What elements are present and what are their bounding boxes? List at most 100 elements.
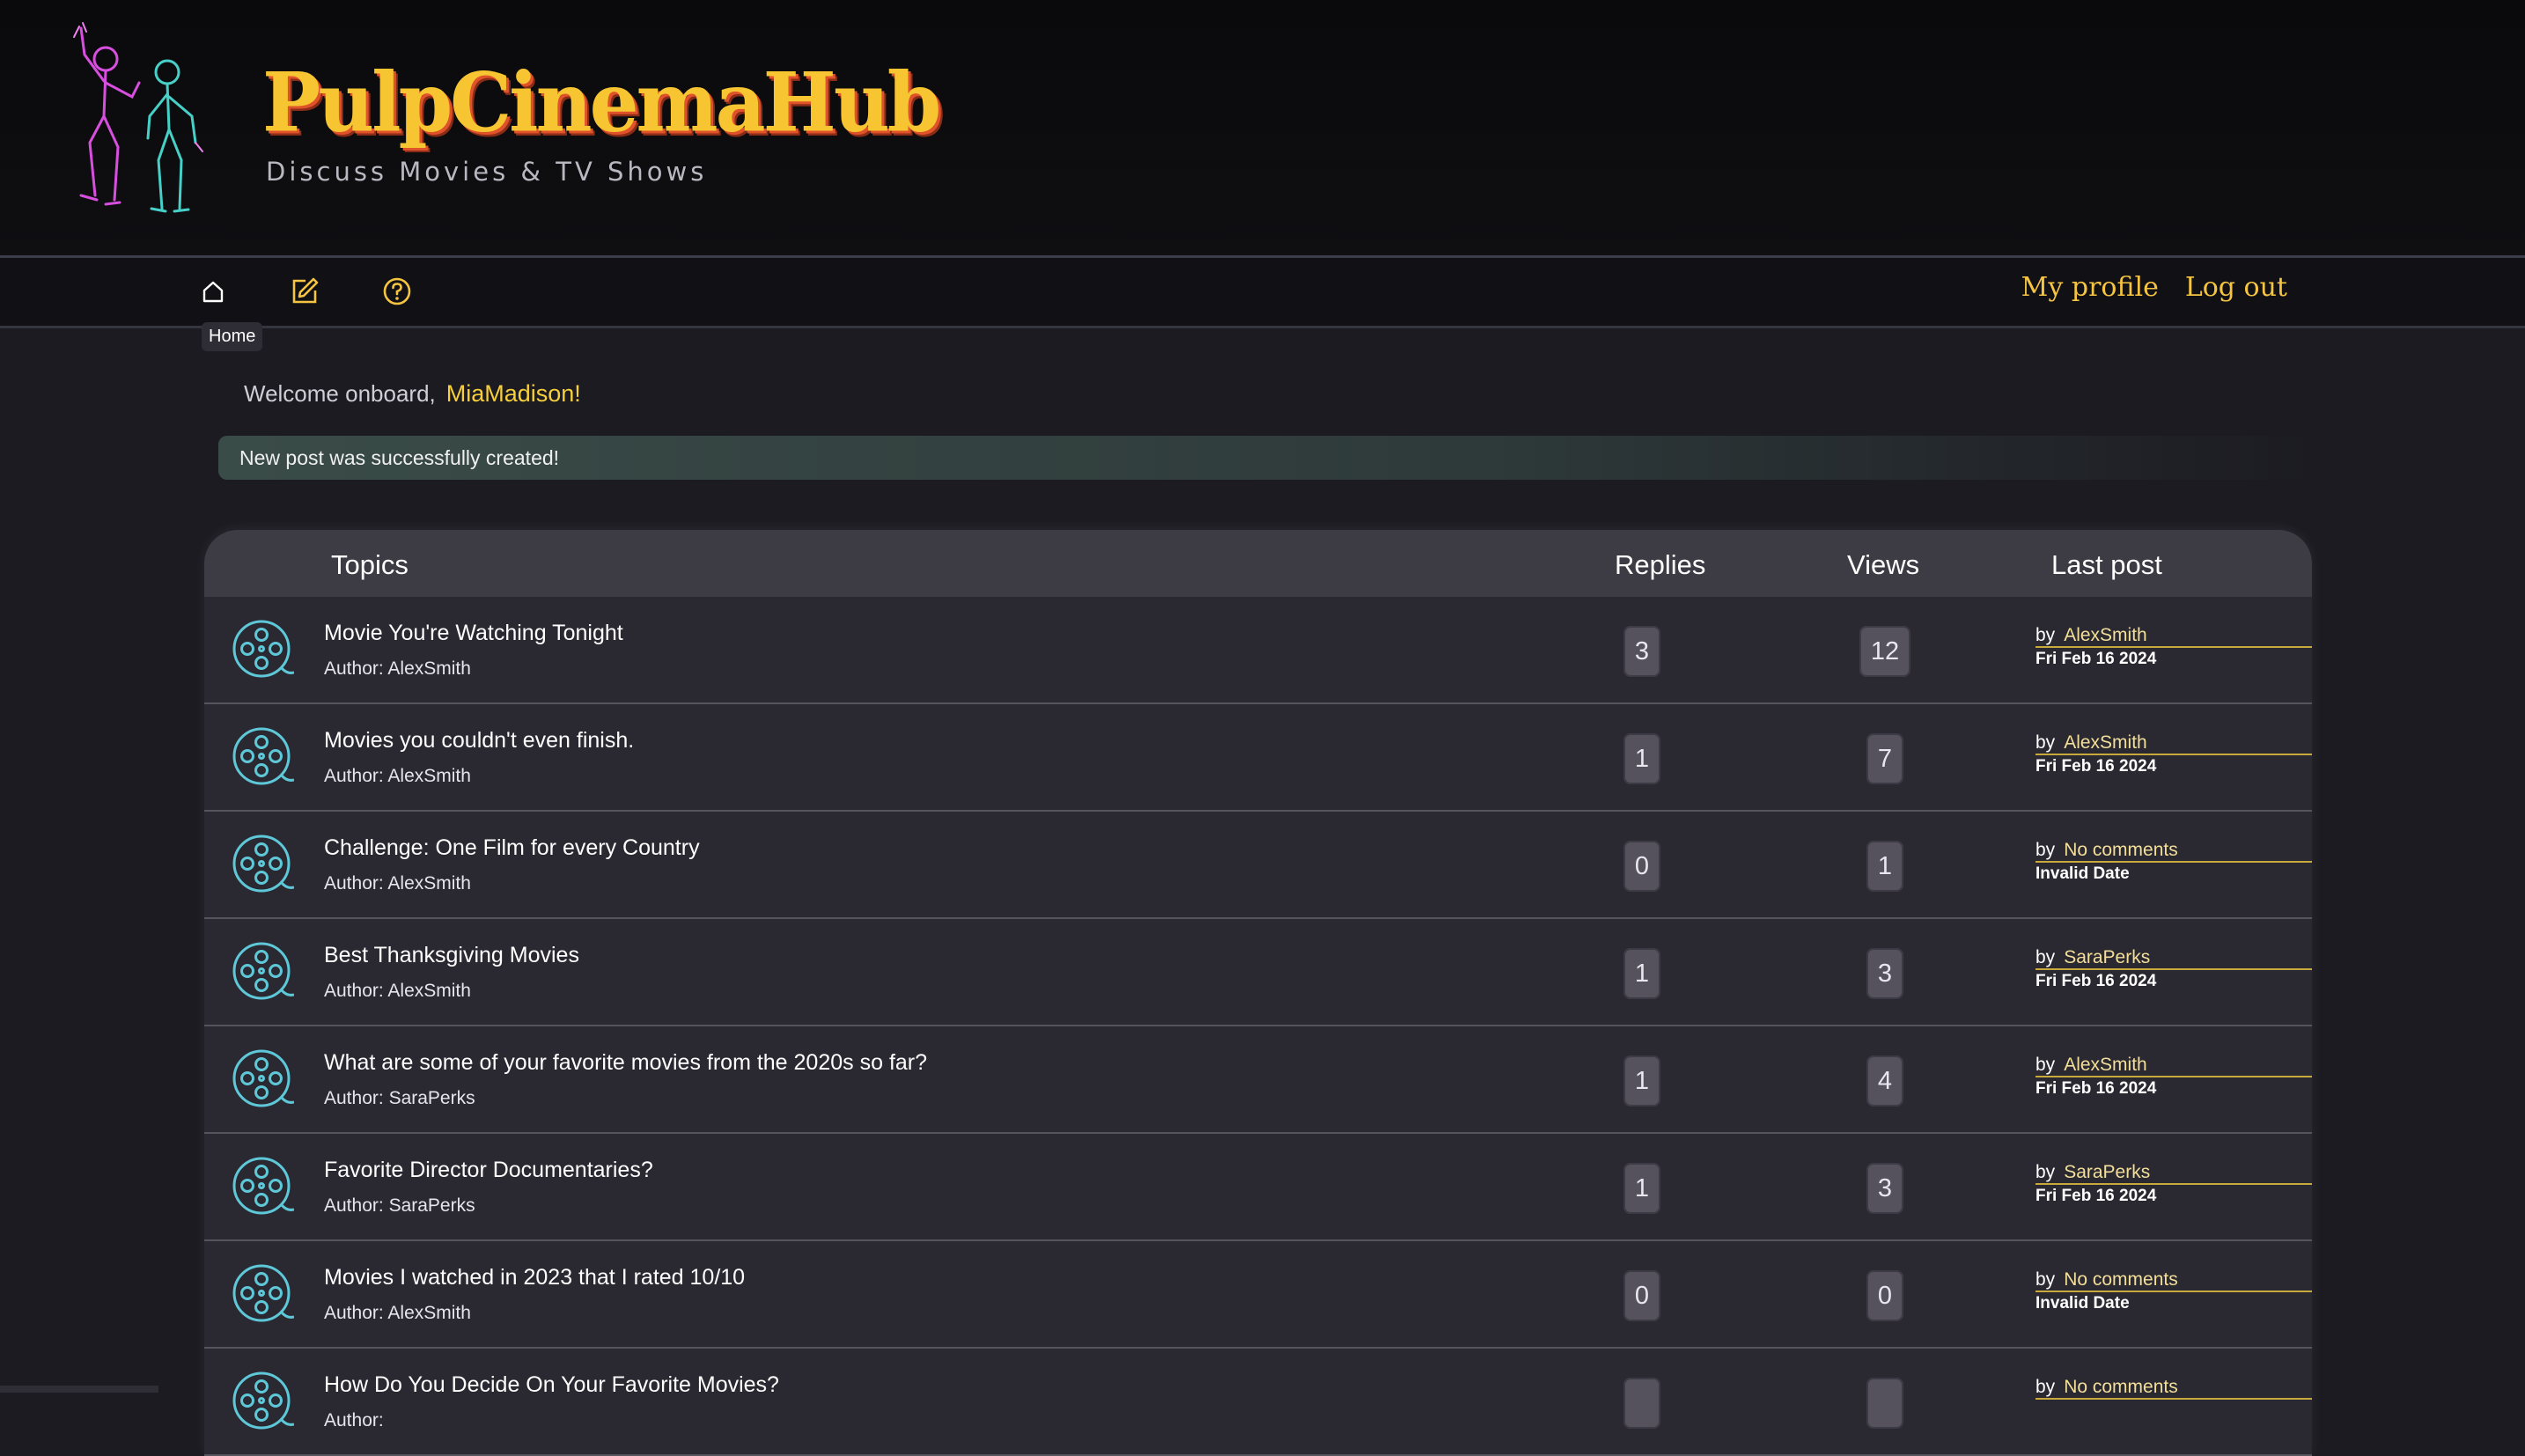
- author-name[interactable]: SaraPerks: [389, 1088, 475, 1108]
- brand-title[interactable]: PulpCinemaHub: [262, 62, 941, 143]
- success-flash-message: New post was successfully created!: [218, 436, 2314, 480]
- replies-count: 1: [1623, 948, 1660, 999]
- home-tooltip: Home: [202, 322, 263, 351]
- header-last-post: Last post: [2051, 549, 2162, 580]
- last-post: by No comments Invalid Date: [2035, 840, 2312, 884]
- last-post-date: Fri Feb 16 2024: [2035, 1187, 2157, 1205]
- views-count: 7: [1866, 733, 1903, 784]
- help-icon[interactable]: [379, 274, 415, 309]
- author-label: Author:: [324, 658, 384, 679]
- views-count: 1: [1866, 841, 1903, 892]
- author-label: Author:: [324, 1195, 384, 1216]
- last-post-date: Fri Feb 16 2024: [2035, 757, 2157, 776]
- topic-author: Author:: [324, 1410, 384, 1431]
- header-topics: Topics: [331, 549, 409, 580]
- last-post-author[interactable]: No comments: [2064, 1269, 2178, 1290]
- site-header: PulpCinemaHub Discuss Movies & TV Shows: [0, 0, 2525, 258]
- author-label: Author:: [324, 981, 384, 1001]
- topic-title-link[interactable]: How Do You Decide On Your Favorite Movie…: [324, 1372, 779, 1398]
- last-post-date: Fri Feb 16 2024: [2035, 972, 2157, 990]
- author-label: Author:: [324, 873, 384, 893]
- last-post-by: by No comments: [2035, 840, 2312, 863]
- topic-title-link[interactable]: Movie You're Watching Tonight: [324, 621, 623, 646]
- table-row[interactable]: Favorite Director Documentaries? Author:…: [204, 1134, 2312, 1241]
- by-label: by: [2035, 625, 2056, 645]
- topic-author: Author: AlexSmith: [324, 1303, 471, 1324]
- last-post-author[interactable]: SaraPerks: [2064, 947, 2150, 967]
- table-row[interactable]: Movie You're Watching Tonight Author: Al…: [204, 597, 2312, 704]
- last-post-by: by AlexSmith: [2035, 1055, 2312, 1077]
- last-post-author[interactable]: No comments: [2064, 840, 2178, 860]
- by-label: by: [2035, 1162, 2056, 1182]
- main-navbar: My profile Log out: [0, 258, 2525, 328]
- by-label: by: [2035, 840, 2056, 860]
- last-post-date: Fri Feb 16 2024: [2035, 1079, 2157, 1098]
- author-label: Author:: [324, 1088, 384, 1108]
- topic-author: Author: AlexSmith: [324, 981, 471, 1002]
- last-post-date: Fri Feb 16 2024: [2035, 650, 2157, 668]
- views-count: 3: [1866, 1163, 1903, 1214]
- views-count: 3: [1866, 948, 1903, 999]
- replies-count: [1623, 1378, 1660, 1429]
- last-post-author[interactable]: AlexSmith: [2064, 625, 2147, 645]
- topic-title-link[interactable]: What are some of your favorite movies fr…: [324, 1050, 927, 1076]
- author-name[interactable]: AlexSmith: [387, 981, 471, 1001]
- film-reel-icon: [232, 942, 294, 1000]
- bottom-left-strip: [0, 1386, 158, 1393]
- table-row[interactable]: Challenge: One Film for every Country Au…: [204, 812, 2312, 919]
- last-post-by: by AlexSmith: [2035, 732, 2312, 755]
- author-name[interactable]: AlexSmith: [387, 658, 471, 679]
- last-post-date: Invalid Date: [2035, 1294, 2130, 1313]
- topics-table: Topics Replies Views Last post Movie You…: [204, 530, 2312, 1456]
- last-post: by AlexSmith Fri Feb 16 2024: [2035, 1055, 2312, 1099]
- header-replies: Replies: [1615, 549, 1706, 580]
- last-post-by: by No comments: [2035, 1377, 2312, 1400]
- replies-count: 1: [1623, 1163, 1660, 1214]
- last-post-by: by AlexSmith: [2035, 625, 2312, 648]
- author-label: Author:: [324, 1410, 384, 1430]
- last-post-date: Invalid Date: [2035, 864, 2130, 883]
- author-name[interactable]: AlexSmith: [387, 766, 471, 786]
- last-post-by: by No comments: [2035, 1269, 2312, 1292]
- last-post-author[interactable]: AlexSmith: [2064, 732, 2147, 753]
- topic-title-link[interactable]: Favorite Director Documentaries?: [324, 1158, 653, 1183]
- topic-title-link[interactable]: Best Thanksgiving Movies: [324, 943, 579, 968]
- film-reel-icon: [232, 835, 294, 893]
- replies-count: 0: [1623, 841, 1660, 892]
- topic-title-link[interactable]: Challenge: One Film for every Country: [324, 835, 700, 861]
- film-reel-icon: [232, 620, 294, 678]
- author-label: Author:: [324, 766, 384, 786]
- film-reel-icon: [232, 1371, 294, 1430]
- brand-tagline: Discuss Movies & TV Shows: [266, 157, 708, 187]
- table-row[interactable]: What are some of your favorite movies fr…: [204, 1026, 2312, 1134]
- author-name[interactable]: SaraPerks: [389, 1195, 475, 1216]
- table-row[interactable]: Movies I watched in 2023 that I rated 10…: [204, 1241, 2312, 1349]
- last-post-author[interactable]: AlexSmith: [2064, 1055, 2147, 1075]
- table-row[interactable]: Best Thanksgiving Movies Author: AlexSmi…: [204, 919, 2312, 1026]
- film-reel-icon: [232, 1264, 294, 1322]
- home-icon[interactable]: [195, 274, 231, 309]
- topic-title-link[interactable]: Movies you couldn't even finish.: [324, 728, 634, 754]
- my-profile-link[interactable]: My profile: [2021, 272, 2159, 303]
- last-post: by AlexSmith Fri Feb 16 2024: [2035, 625, 2312, 669]
- last-post-by: by SaraPerks: [2035, 1162, 2312, 1185]
- edit-icon[interactable]: [287, 274, 322, 309]
- by-label: by: [2035, 732, 2056, 753]
- views-count: 0: [1866, 1270, 1903, 1321]
- topic-author: Author: AlexSmith: [324, 873, 471, 894]
- neon-dancers-logo[interactable]: [63, 19, 213, 231]
- log-out-link[interactable]: Log out: [2185, 272, 2287, 303]
- film-reel-icon: [232, 727, 294, 785]
- table-row[interactable]: Movies you couldn't even finish. Author:…: [204, 704, 2312, 812]
- topic-title-link[interactable]: Movies I watched in 2023 that I rated 10…: [324, 1265, 745, 1291]
- film-reel-icon: [232, 1049, 294, 1107]
- author-name[interactable]: AlexSmith: [387, 1303, 471, 1323]
- header-views: Views: [1847, 549, 1920, 580]
- table-row[interactable]: How Do You Decide On Your Favorite Movie…: [204, 1349, 2312, 1456]
- last-post-author[interactable]: SaraPerks: [2064, 1162, 2150, 1182]
- replies-count: 1: [1623, 733, 1660, 784]
- last-post-author[interactable]: No comments: [2064, 1377, 2178, 1397]
- replies-count: 1: [1623, 1055, 1660, 1107]
- welcome-message: Welcome onboard, MiaMadison!: [244, 380, 581, 408]
- author-name[interactable]: AlexSmith: [387, 873, 471, 893]
